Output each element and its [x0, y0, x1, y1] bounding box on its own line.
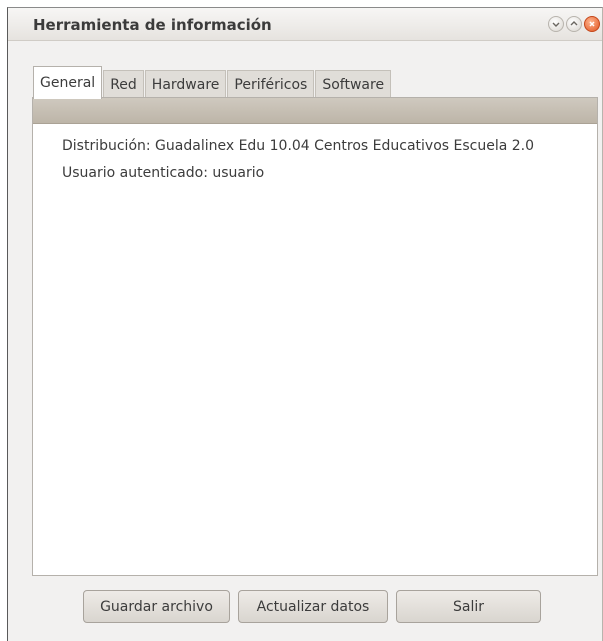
title-bar[interactable]: Herramienta de información: [8, 8, 602, 41]
tab-software[interactable]: Software: [315, 70, 392, 99]
update-data-button[interactable]: Actualizar datos: [238, 590, 388, 623]
minimize-icon[interactable]: [548, 16, 564, 32]
window-controls: [548, 16, 600, 32]
window-title: Herramienta de información: [33, 16, 272, 34]
user-info: Usuario autenticado: usuario: [62, 165, 265, 181]
tab-red[interactable]: Red: [103, 70, 144, 99]
tab-perifericos[interactable]: Periféricos: [227, 70, 315, 99]
tab-general[interactable]: General: [33, 66, 103, 99]
maximize-icon[interactable]: [566, 16, 582, 32]
close-icon[interactable]: [584, 16, 600, 32]
app-window: Herramienta de información General Red H…: [7, 7, 603, 641]
exit-button[interactable]: Salir: [396, 590, 541, 623]
tab-hardware[interactable]: Hardware: [144, 70, 227, 99]
tab-bar: General Red Hardware Periféricos Softwar…: [33, 63, 392, 99]
distribution-info: Distribución: Guadalinex Edu 10.04 Centr…: [62, 138, 535, 154]
save-file-button[interactable]: Guardar archivo: [83, 590, 230, 623]
panel-header-bar: [33, 98, 597, 124]
general-panel: Distribución: Guadalinex Edu 10.04 Centr…: [32, 97, 598, 576]
